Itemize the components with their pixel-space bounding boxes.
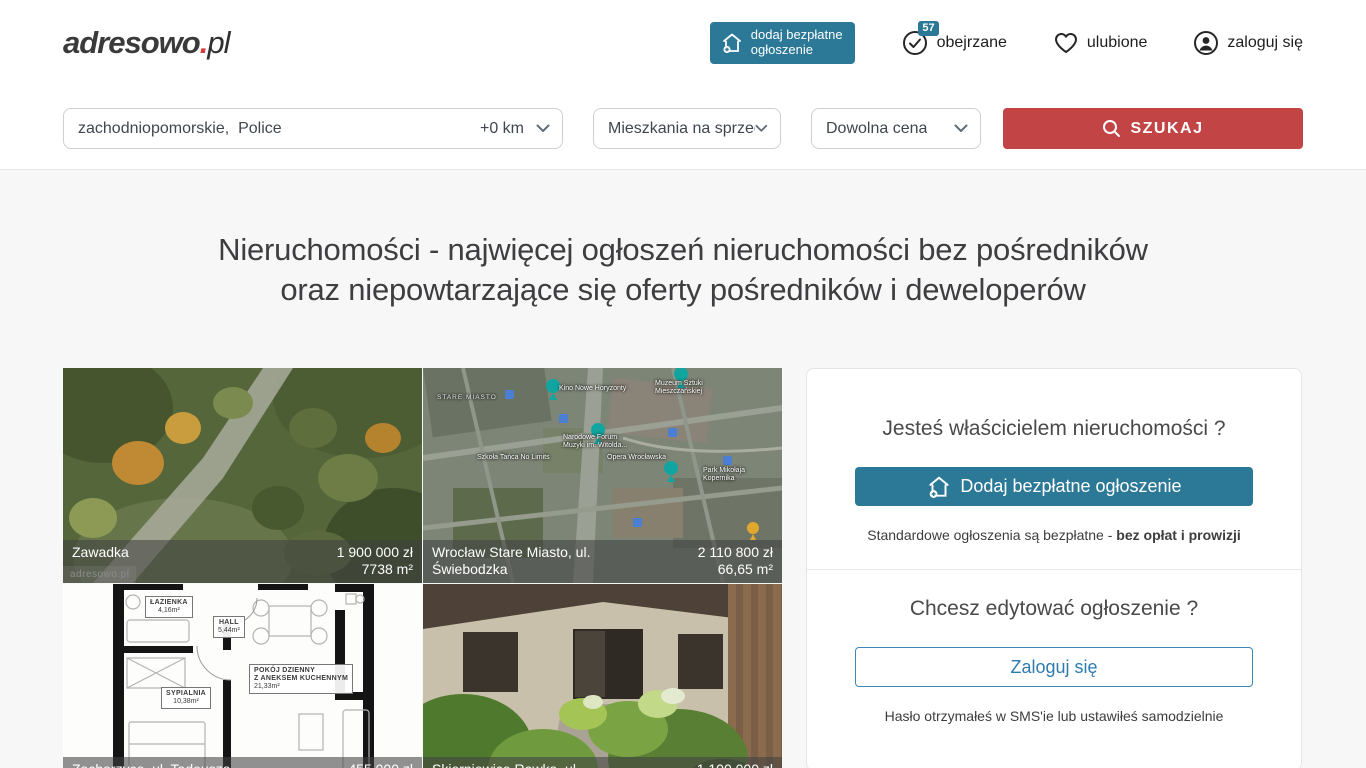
listing-card-zacharzyce[interactable]: ŁAZIENKA4,16m² HALL5,44m² POKÓJ DZIENNYZ… <box>63 584 422 768</box>
house-photo <box>423 584 782 768</box>
map-label-district: STARE MIASTO <box>437 394 497 402</box>
listing-card-skierniewice[interactable]: Skierniewice Rawka, ul. 1 100 000 zł <box>423 584 782 768</box>
logo-text: adresowo <box>63 25 200 60</box>
listing-location: Wrocław Stare Miasto, ul. Świebodzka <box>432 544 626 578</box>
house-plus-icon <box>720 32 744 54</box>
login-button[interactable]: zaloguj się <box>1193 30 1303 56</box>
listing-location: Zawadka <box>72 544 129 578</box>
heart-icon <box>1053 31 1079 55</box>
listing-location: Zacharzyce, ul. Tadeusza <box>72 761 231 768</box>
search-button-label: SZUKAJ <box>1130 120 1203 138</box>
listing-price: 1 900 000 zł <box>337 544 413 561</box>
listings-grid: adresowo.pl Zawadka 1 900 000 zł 7738 m² <box>63 368 782 768</box>
listing-price: 455 000 zł <box>348 761 413 768</box>
site-logo[interactable]: adresowo.pl <box>63 25 229 61</box>
user-circle-icon <box>1193 30 1219 56</box>
map-label-opera: Opera Wrocławska <box>607 454 666 462</box>
house-plus-icon <box>926 475 952 499</box>
listing-overlay: Skierniewice Rawka, ul. 1 100 000 zł <box>423 757 782 768</box>
category-select[interactable]: Mieszkania na sprzeda <box>593 108 781 149</box>
price-value: Dowolna cena <box>826 120 927 138</box>
room-label-bathroom: ŁAZIENKA4,16m² <box>145 596 193 618</box>
map-label-forum: Narodowe ForumMuzyki im. Witolda... <box>563 434 627 450</box>
listing-overlay: Wrocław Stare Miasto, ul. Świebodzka 2 1… <box>423 540 782 583</box>
listing-price: 2 110 800 zł <box>698 544 773 561</box>
search-icon <box>1102 119 1121 138</box>
map-label-school: Szkoła Tańca No Limits <box>477 454 550 462</box>
main-content: Nieruchomości - najwięcej ogłoszeń nieru… <box>0 169 1366 768</box>
listing-location: Skierniewice Rawka, ul. <box>432 761 580 768</box>
location-input[interactable] <box>78 120 480 138</box>
page-header: adresowo.pl dodaj bezpłatne ogłoszenie <box>0 0 1366 86</box>
room-label-hall: HALL5,44m² <box>213 616 245 638</box>
login-label: zaloguj się <box>1227 34 1303 52</box>
room-label-living: POKÓJ DZIENNYZ ANEKSEM KUCHENNYM21,33m² <box>249 664 353 694</box>
viewed-button[interactable]: 57 obejrzane <box>901 29 1007 57</box>
add-listing-line1: dodaj bezpłatne <box>751 27 843 42</box>
listing-area: 7738 m² <box>337 561 413 578</box>
map-label-cinema: Kino Nowe Horyzonty <box>559 385 626 393</box>
page-title-line2: oraz niepowtarzające się oferty pośredni… <box>280 272 1085 307</box>
listing-overlay: Zacharzyce, ul. Tadeusza 455 000 zł <box>63 757 422 768</box>
page-title: Nieruchomości - najwięcej ogłoszeń nieru… <box>0 230 1366 310</box>
page-title-line1: Nieruchomości - najwięcej ogłoszeń nieru… <box>218 232 1148 267</box>
favorites-label: ulubione <box>1087 34 1148 52</box>
sidebar-divider <box>807 569 1301 570</box>
chevron-down-icon <box>755 124 768 133</box>
add-listing-line2: ogłoszenie <box>751 42 813 57</box>
favorites-button[interactable]: ulubione <box>1053 31 1148 55</box>
viewed-label: obejrzane <box>937 34 1007 52</box>
check-circle-icon: 57 <box>901 29 929 57</box>
listing-overlay: Zawadka 1 900 000 zł 7738 m² <box>63 540 422 583</box>
chevron-down-icon <box>536 124 550 133</box>
map-label-museum: Muzeum SztukiMieszczańskiej <box>655 380 703 396</box>
owner-panel: Jesteś właścicielem nieruchomości ? Doda… <box>806 368 1302 768</box>
search-button[interactable]: SZUKAJ <box>1003 108 1303 149</box>
edit-heading: Chcesz edytować ogłoszenie ? <box>855 597 1253 621</box>
owner-heading: Jesteś właścicielem nieruchomości ? <box>855 417 1253 441</box>
viewed-count-badge: 57 <box>918 21 938 36</box>
listing-area: 66,65 m² <box>698 561 773 578</box>
sidebar-login-button[interactable]: Zaloguj się <box>855 647 1253 687</box>
listing-price: 1 100 000 zł <box>697 761 773 768</box>
radius-value: +0 km <box>480 120 524 138</box>
location-search-box: +0 km <box>63 108 563 149</box>
price-select[interactable]: Dowolna cena <box>811 108 981 149</box>
chevron-down-icon <box>954 124 968 133</box>
owner-note: Standardowe ogłoszenia są bezpłatne - be… <box>855 527 1253 543</box>
listing-card-zawadka[interactable]: adresowo.pl Zawadka 1 900 000 zł 7738 m² <box>63 368 422 583</box>
add-free-listing-button[interactable]: Dodaj bezpłatne ogłoszenie <box>855 467 1253 506</box>
radius-select[interactable]: +0 km <box>480 120 550 138</box>
map-label-park: Park MikołajaKopernika <box>703 467 745 483</box>
search-section: +0 km Mieszkania na sprzeda Dowolna cena… <box>0 86 1366 169</box>
add-listing-button[interactable]: dodaj bezpłatne ogłoszenie <box>710 22 855 64</box>
add-free-listing-label: Dodaj bezpłatne ogłoszenie <box>960 476 1181 497</box>
listing-card-wroclaw[interactable]: STARE MIASTO Kino Nowe Horyzonty Muzeum … <box>423 368 782 583</box>
room-label-bedroom: SYPIALNIA10,38m² <box>161 687 211 709</box>
floorplan-image <box>63 584 422 768</box>
edit-note: Hasło otrzymałeś w SMS'ie lub ustawiłeś … <box>855 708 1253 724</box>
category-value: Mieszkania na sprzeda <box>608 120 755 138</box>
